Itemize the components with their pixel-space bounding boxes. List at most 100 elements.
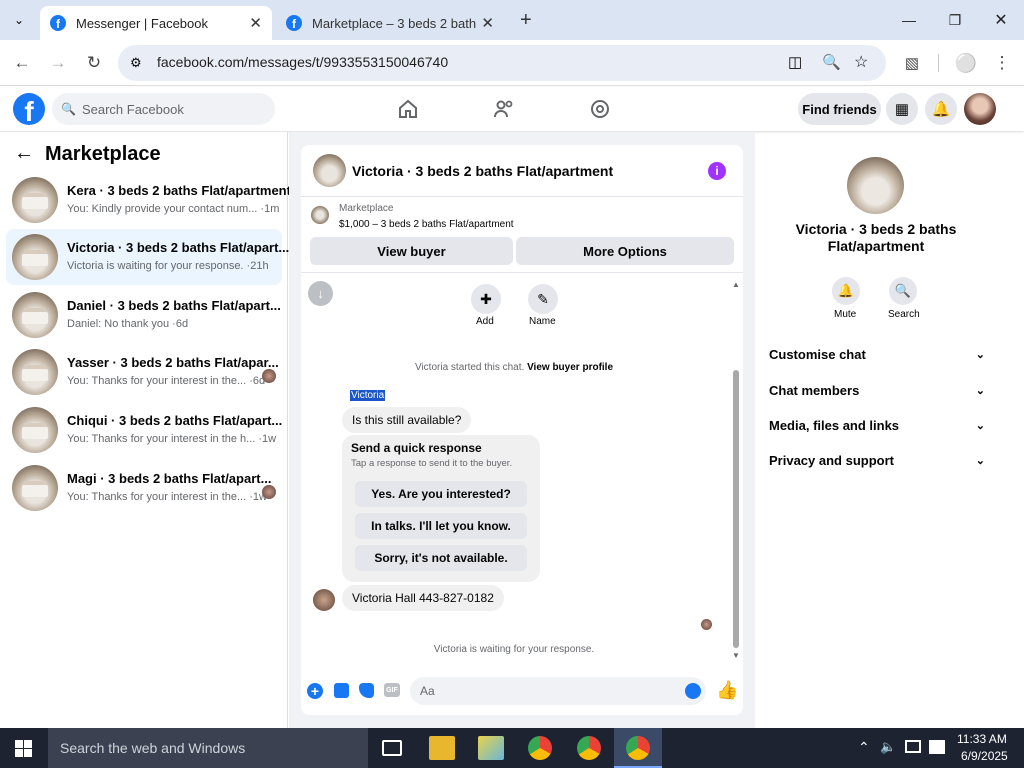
listing-thumbnail	[12, 234, 58, 280]
composer-plus-icon[interactable]: +	[307, 683, 323, 699]
thumbs-up-icon[interactable]: 👍	[716, 680, 738, 701]
extensions-icon[interactable]: ▧	[900, 51, 924, 75]
conversation-item[interactable]: Chiqui · 3 beds 2 baths Flat/apart... You…	[6, 402, 282, 458]
chat-header-avatar[interactable]	[313, 154, 346, 187]
profile-icon[interactable]: ⚪	[954, 51, 978, 75]
gaming-icon[interactable]	[588, 97, 612, 121]
conversation-item[interactable]: Kera · 3 beds 2 baths Flat/apartment You:…	[6, 172, 291, 228]
new-tab-icon[interactable]: +	[520, 9, 532, 32]
mute-icon[interactable]: 🔔	[832, 277, 860, 305]
task-view-icon[interactable]	[382, 740, 402, 756]
sticker-icon[interactable]	[359, 683, 374, 698]
facebook-search-input[interactable]: 🔍 Search Facebook	[52, 93, 275, 125]
customise-chat-section[interactable]: Customise chat ⌄	[769, 347, 985, 362]
site-settings-icon[interactable]: ⚙	[130, 55, 146, 71]
windows-start-icon[interactable]	[15, 740, 32, 757]
seen-avatar	[262, 369, 276, 383]
maps-app-icon[interactable]	[478, 736, 504, 760]
tab-marketplace[interactable]: f Marketplace – 3 beds 2 baths F ✕	[276, 6, 504, 40]
chat-panel: Victoria · 3 beds 2 baths Flat/apartment…	[301, 145, 743, 715]
volume-icon[interactable]: 🔈	[880, 739, 896, 755]
tray-chevron-icon[interactable]: ⌃	[858, 739, 870, 756]
scroll-up-arrow-icon[interactable]: ▲	[732, 280, 740, 289]
conversation-name: Magi · 3 beds 2 baths Flat/apart...	[67, 471, 272, 486]
tab-search-button[interactable]: ⌄	[9, 10, 29, 30]
info-icon[interactable]: i	[708, 162, 726, 180]
browser-tab-strip: ⌄ f Messenger | Facebook ✕ f Marketplace…	[0, 0, 1024, 40]
chat-members-section[interactable]: Chat members ⌄	[769, 383, 985, 398]
chat-started-text: Victoria started this chat.	[414, 362, 525, 373]
view-buyer-profile-link[interactable]: View buyer profile	[527, 362, 613, 373]
edit-name-icon[interactable]: ✎	[528, 284, 558, 314]
chrome-icon[interactable]	[528, 736, 552, 760]
scrollbar-thumb[interactable]	[733, 370, 739, 648]
section-label: Privacy and support	[769, 453, 894, 468]
close-tab-icon[interactable]: ✕	[249, 14, 262, 32]
message-bubble[interactable]: Is this still available?	[342, 407, 472, 433]
listing-mini-thumbnail	[311, 206, 329, 224]
zoom-icon[interactable]: 🔍	[822, 53, 841, 71]
menu-kebab-icon[interactable]: ⋮	[990, 51, 1014, 75]
install-app-icon[interactable]: ◫	[788, 53, 802, 71]
action-center-icon[interactable]	[929, 740, 945, 754]
network-icon[interactable]	[905, 740, 921, 753]
gif-icon[interactable]: GIF	[384, 683, 400, 697]
privacy-support-section[interactable]: Privacy and support ⌄	[769, 453, 985, 468]
active-chrome-taskbar-item[interactable]	[614, 728, 662, 768]
search-conversation-icon[interactable]: 🔍	[889, 277, 917, 305]
back-arrow-icon[interactable]: ←	[14, 142, 34, 165]
close-tab-icon[interactable]: ✕	[481, 14, 494, 32]
view-buyer-button[interactable]: View buyer	[310, 237, 513, 265]
scrollbar-track[interactable]: ▲ ▼	[732, 280, 740, 660]
waiting-status: Victoria is waiting for your response.	[433, 644, 595, 655]
facebook-logo-icon[interactable]: f	[13, 93, 45, 125]
friends-icon[interactable]	[492, 97, 516, 121]
chat-title[interactable]: Victoria · 3 beds 2 baths Flat/apartment	[352, 163, 613, 179]
quick-response-option[interactable]: Yes. Are you interested?	[355, 481, 527, 507]
quick-response-title: Send a quick response	[351, 441, 482, 455]
clock-date[interactable]: 6/9/2025	[961, 749, 1008, 763]
taskbar-search-box[interactable]: Search the web and Windows	[48, 728, 368, 768]
scroll-down-arrow-icon[interactable]: ▼	[732, 651, 740, 660]
quick-response-subtitle: Tap a response to send it to the buyer.	[351, 458, 513, 469]
quick-response-option[interactable]: Sorry, it's not available.	[355, 545, 527, 571]
conversation-item-selected[interactable]: Victoria · 3 beds 2 baths Flat/apart... V…	[6, 229, 289, 285]
find-friends-button[interactable]: Find friends	[798, 93, 881, 125]
notifications-bell-icon[interactable]: 🔔	[925, 93, 957, 125]
more-options-button[interactable]: More Options	[516, 237, 734, 265]
minimize-icon[interactable]: —	[886, 0, 932, 40]
emoji-icon[interactable]	[685, 683, 701, 699]
omnibox[interactable]: ⚙ facebook.com/messages/t/99335531500467…	[118, 45, 886, 81]
tab-messenger[interactable]: f Messenger | Facebook ✕	[40, 6, 272, 40]
conversation-name: Chiqui · 3 beds 2 baths Flat/apart...	[67, 413, 283, 428]
back-icon[interactable]: ←	[10, 51, 34, 75]
conversation-item[interactable]: Daniel · 3 beds 2 baths Flat/apart... Dan…	[6, 287, 282, 343]
windows-taskbar: Search the web and Windows ⌃ 🔈 11:33 AM …	[0, 728, 1024, 768]
account-avatar[interactable]	[964, 93, 996, 125]
message-bubble[interactable]: Victoria Hall 443-827-0182	[342, 585, 504, 611]
conversation-preview: You: Thanks for your interest in the... …	[67, 375, 266, 387]
menu-grid-icon[interactable]: ▦	[886, 93, 918, 125]
bookmark-star-icon[interactable]: ☆	[854, 52, 868, 72]
facebook-header: f 🔍 Search Facebook Find friends ▦ 🔔	[0, 87, 1024, 131]
media-files-section[interactable]: Media, files and links ⌄	[769, 418, 985, 433]
chrome-profile-icon[interactable]	[577, 736, 601, 760]
clock-time[interactable]: 11:33 AM	[957, 732, 1007, 746]
home-icon[interactable]	[396, 97, 420, 121]
conversation-preview: Victoria is waiting for your response. ·…	[67, 260, 269, 272]
reload-icon[interactable]: ↻	[82, 51, 106, 75]
restore-icon[interactable]: ❐	[932, 0, 978, 40]
scroll-down-icon[interactable]: ↓	[308, 281, 333, 306]
quick-response-option[interactable]: In talks. I'll let you know.	[355, 513, 527, 539]
file-explorer-icon[interactable]	[429, 736, 455, 760]
message-input[interactable]: Aa	[410, 677, 706, 705]
conversation-item[interactable]: Magi · 3 beds 2 baths Flat/apart... You: …	[6, 460, 282, 516]
close-window-icon[interactable]: ✕	[978, 0, 1024, 40]
url-text[interactable]: facebook.com/messages/t/9933553150046740	[157, 54, 448, 70]
chevron-down-icon: ⌄	[975, 455, 985, 467]
add-person-icon[interactable]: ✚	[471, 284, 501, 314]
photo-icon[interactable]	[334, 683, 349, 698]
sidebar-title: Marketplace	[45, 143, 161, 165]
conversation-item[interactable]: Yasser · 3 beds 2 baths Flat/apar... You:…	[6, 344, 282, 400]
forward-icon[interactable]: →	[46, 51, 70, 75]
